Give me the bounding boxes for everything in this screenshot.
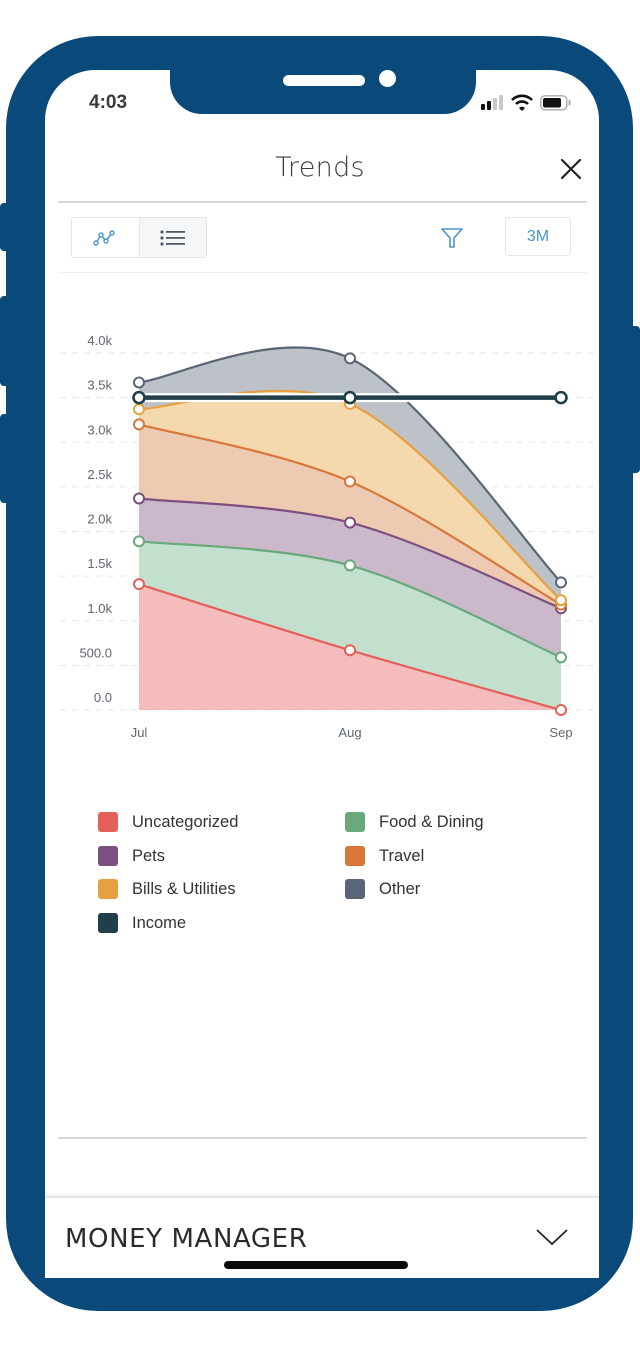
- cellular-signal-icon: [481, 95, 503, 110]
- point-travel: [133, 418, 145, 431]
- y-tick-label: 2.0k: [87, 512, 112, 527]
- legend-item[interactable]: Bills & Utilities: [98, 878, 236, 900]
- expand-button[interactable]: [535, 1226, 569, 1248]
- money-manager-label: MONEY MANAGER: [65, 1224, 308, 1254]
- legend-swatch: [345, 879, 365, 899]
- point-pets: [133, 492, 145, 505]
- y-tick-label: 1.5k: [87, 556, 112, 571]
- point-other: [344, 352, 356, 365]
- point-travel: [344, 475, 356, 488]
- point-food-dining: [555, 651, 567, 664]
- legend-swatch: [345, 812, 365, 832]
- point-other: [133, 376, 145, 389]
- speaker-grille: [283, 75, 365, 86]
- legend-label: Food & Dining: [379, 812, 484, 831]
- y-tick-label: 3.0k: [87, 422, 112, 437]
- status-icons: [480, 92, 580, 114]
- y-tick-label: 0.0: [94, 690, 112, 705]
- content-divider: [58, 1137, 587, 1139]
- legend-swatch: [98, 879, 118, 899]
- point-bills-utilities: [133, 403, 145, 416]
- point-income: [554, 390, 568, 405]
- point-pets: [344, 516, 356, 529]
- legend-item[interactable]: Other: [345, 878, 420, 900]
- legend-item[interactable]: Uncategorized: [98, 811, 238, 833]
- point-uncategorized: [555, 704, 567, 716]
- point-uncategorized: [133, 578, 145, 591]
- battery-icon: [540, 95, 571, 111]
- close-icon: [560, 158, 582, 180]
- date-range-button[interactable]: 3M: [505, 217, 571, 256]
- close-button[interactable]: [558, 156, 584, 182]
- filter-button[interactable]: [440, 226, 464, 250]
- y-tick-label: 2.5k: [87, 467, 112, 482]
- legend-swatch: [345, 846, 365, 866]
- legend-label: Income: [132, 913, 187, 932]
- legend-label: Pets: [132, 846, 166, 865]
- front-camera: [379, 70, 396, 87]
- page-title: Trends: [275, 152, 365, 183]
- chevron-down-icon: [536, 1229, 568, 1246]
- x-tick-label: Sep: [549, 725, 572, 740]
- line-chart-icon: [93, 229, 115, 246]
- filter-icon: [441, 228, 463, 248]
- legend-item[interactable]: Income: [98, 912, 186, 934]
- status-time: 4:03: [89, 92, 128, 113]
- legend-label: Other: [379, 879, 421, 898]
- legend-swatch: [98, 812, 118, 832]
- toolbar-divider: [58, 272, 587, 273]
- x-tick-label: Jul: [131, 725, 148, 740]
- y-tick-label: 500.0: [79, 645, 112, 660]
- list-view-button[interactable]: [138, 218, 206, 257]
- legend-item[interactable]: Pets: [98, 845, 165, 867]
- list-icon: [160, 229, 185, 246]
- view-toggle-group: [71, 217, 207, 258]
- y-tick-label: 3.5k: [87, 378, 112, 393]
- point-bills-utilities: [555, 594, 567, 607]
- legend-swatch: [98, 846, 118, 866]
- point-other: [555, 576, 567, 589]
- point-income: [132, 390, 146, 405]
- point-income: [343, 390, 357, 405]
- legend-swatch: [98, 913, 118, 933]
- point-food-dining: [344, 559, 356, 572]
- legend-label: Uncategorized: [132, 812, 239, 831]
- legend-item[interactable]: Travel: [345, 845, 424, 867]
- x-tick-label: Aug: [338, 725, 361, 740]
- header-divider: [58, 201, 587, 203]
- trends-chart: 0.0 500.0 1.0k 1.5k 2.0k 2.5k 3.0k 3.5k 4.0k Jul A…: [60, 333, 600, 740]
- y-tick-label: 1.0k: [87, 601, 112, 616]
- chart-view-button[interactable]: [72, 218, 139, 257]
- home-indicator: [224, 1261, 408, 1269]
- legend-item[interactable]: Food & Dining: [345, 811, 484, 833]
- wifi-icon: [511, 94, 533, 111]
- y-tick-label: 4.0k: [87, 333, 112, 348]
- point-food-dining: [133, 535, 145, 548]
- legend-label: Bills & Utilities: [132, 879, 236, 898]
- legend-label: Travel: [379, 846, 425, 865]
- point-uncategorized: [344, 644, 356, 657]
